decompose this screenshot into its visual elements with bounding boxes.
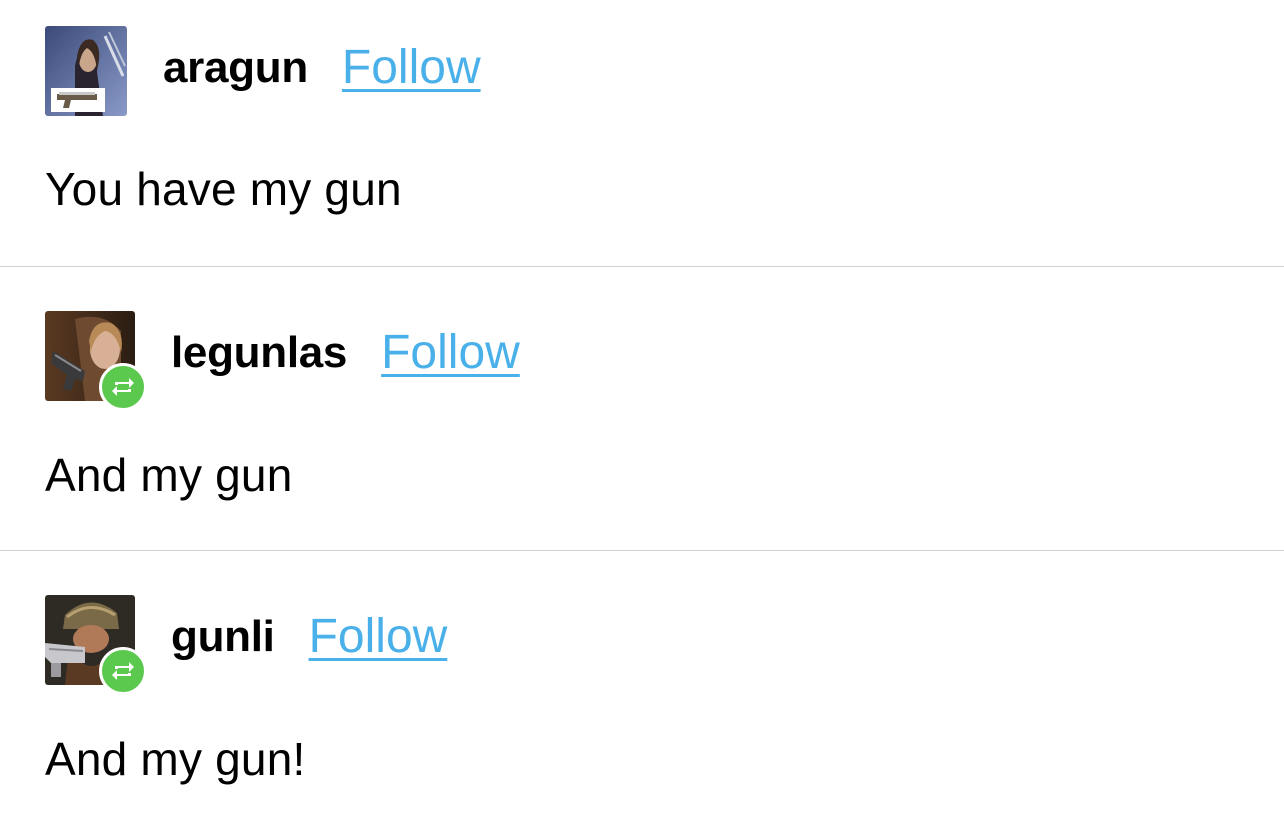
post-legunlas: legunlas Follow And my gun bbox=[0, 266, 1284, 550]
reblog-badge bbox=[99, 647, 147, 695]
follow-button[interactable]: Follow bbox=[309, 613, 448, 661]
reblog-icon bbox=[112, 662, 134, 680]
avatar-container[interactable] bbox=[45, 311, 147, 411]
reblog-icon bbox=[112, 378, 134, 396]
post-header: gunli Follow bbox=[45, 595, 448, 695]
follow-button[interactable]: Follow bbox=[342, 44, 481, 92]
username[interactable]: aragun bbox=[163, 46, 308, 90]
follow-button[interactable]: Follow bbox=[381, 329, 520, 377]
post-header: legunlas Follow bbox=[45, 311, 520, 411]
avatar[interactable] bbox=[45, 26, 127, 116]
avatar-container[interactable] bbox=[45, 595, 147, 695]
post-aragun: aragun Follow You have my gun bbox=[0, 0, 1284, 266]
username[interactable]: legunlas bbox=[171, 331, 347, 375]
post-header: aragun Follow bbox=[45, 26, 481, 116]
post-thread: aragun Follow You have my gun legunlas F… bbox=[0, 0, 1284, 816]
post-gunli: gunli Follow And my gun! bbox=[0, 550, 1284, 816]
reblog-badge bbox=[99, 363, 147, 411]
post-text: And my gun bbox=[45, 449, 293, 501]
avatar-container[interactable] bbox=[45, 26, 127, 116]
post-text: You have my gun bbox=[45, 163, 402, 215]
username[interactable]: gunli bbox=[171, 615, 275, 659]
post-text: And my gun! bbox=[45, 733, 306, 785]
